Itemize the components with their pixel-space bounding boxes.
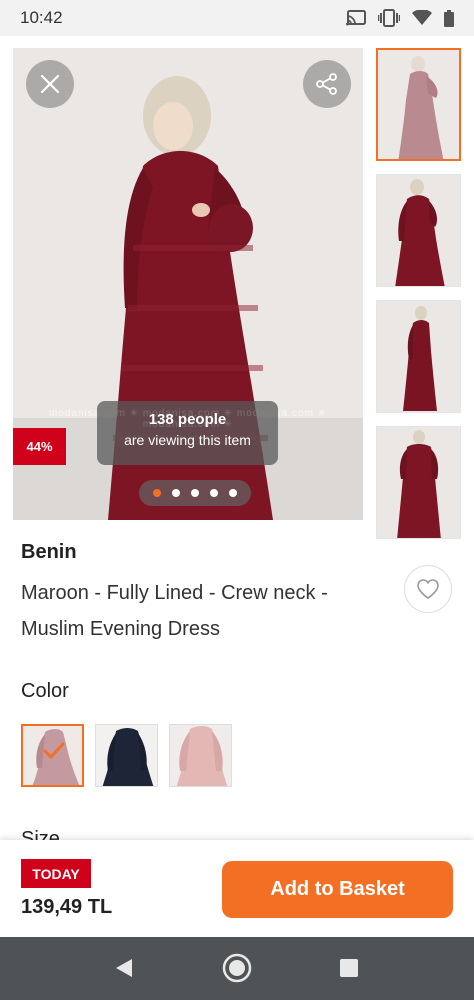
today-badge: TODAY [21, 859, 91, 888]
color-options [21, 724, 232, 787]
share-icon [316, 73, 337, 95]
share-button[interactable] [303, 60, 351, 108]
add-to-basket-button[interactable]: Add to Basket [222, 861, 453, 918]
size-heading: Size [21, 828, 60, 840]
pagination-dot-active[interactable] [153, 489, 161, 497]
check-icon [43, 742, 65, 759]
back-icon [116, 959, 132, 977]
cast-icon [346, 10, 366, 26]
recents-icon [340, 959, 358, 977]
pagination-dot[interactable] [210, 489, 218, 497]
viewers-count: 138 people [148, 411, 227, 428]
color-swatch-navy[interactable] [95, 724, 158, 787]
status-bar: 10:42 [0, 0, 474, 36]
favorite-button[interactable] [404, 565, 452, 613]
viewers-notice: 138 people are viewing this item [97, 401, 278, 465]
status-icons [346, 9, 454, 27]
pagination-dot[interactable] [191, 489, 199, 497]
thumbnail[interactable] [376, 174, 461, 287]
brand-name[interactable]: Benin [21, 541, 77, 564]
wifi-icon [412, 10, 432, 26]
system-nav-bar [0, 937, 474, 1000]
pagination-dot[interactable] [229, 489, 237, 497]
price: 139,49 TL [21, 896, 113, 918]
thumbnail[interactable] [376, 426, 461, 539]
thumbnail[interactable] [376, 48, 461, 161]
viewers-text: are viewing this item [124, 432, 251, 448]
close-button[interactable] [26, 60, 74, 108]
color-heading: Color [21, 680, 69, 702]
thumbnail[interactable] [376, 300, 461, 413]
image-pagination [139, 480, 251, 506]
purchase-bar: TODAY 139,49 TL Add to Basket [0, 840, 474, 937]
pagination-dot[interactable] [172, 489, 180, 497]
back-button[interactable] [109, 953, 139, 983]
home-button[interactable] [222, 953, 252, 983]
recents-button[interactable] [334, 953, 364, 983]
color-swatch-maroon[interactable] [21, 724, 84, 787]
home-icon [222, 953, 252, 983]
product-title: Maroon - Fully Lined - Crew neck - Musli… [21, 582, 328, 640]
heart-icon [417, 579, 439, 599]
thumbnail-list [376, 48, 462, 552]
color-swatch-powder-pink[interactable] [169, 724, 232, 787]
close-icon [40, 74, 60, 94]
discount-badge: 44% [13, 428, 66, 465]
product-main-image[interactable]: modanisa.com ✳ modanisa.com ✳ modanisa.c… [13, 48, 363, 520]
battery-icon [444, 9, 454, 27]
vibrate-icon [378, 9, 400, 27]
status-time: 10:42 [20, 8, 63, 27]
